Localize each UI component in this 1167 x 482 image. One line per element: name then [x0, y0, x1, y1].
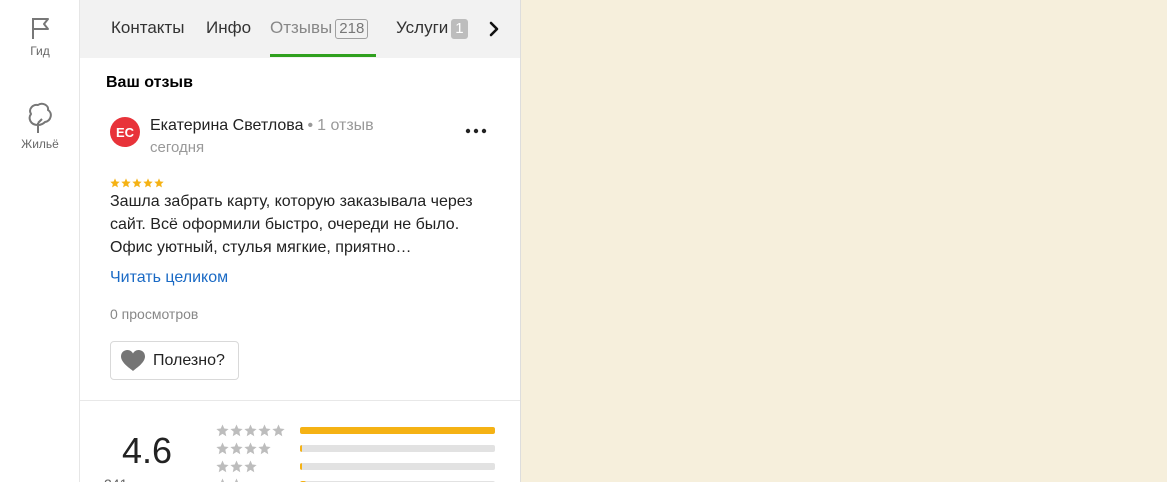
tabs-bar: Контакты Инфо Отзывы 218 Услуги 1	[80, 0, 520, 58]
nav-item-label: Жильё	[21, 137, 59, 151]
star-icon	[121, 178, 131, 188]
distribution-bar	[300, 463, 495, 470]
divider	[80, 400, 520, 401]
distribution-bar	[300, 427, 495, 434]
flag-icon	[32, 18, 49, 39]
read-full-link[interactable]: Читать целиком	[110, 269, 228, 287]
useful-label: Полезно?	[153, 351, 225, 369]
distribution-bar	[300, 445, 495, 452]
views-count: 0 просмотров	[110, 306, 199, 322]
distribution-bar-fill	[300, 427, 495, 434]
tab-reviews[interactable]: Отзывы 218	[270, 18, 369, 39]
star-icon	[258, 424, 271, 437]
author-review-count: 1 отзыв	[317, 117, 374, 134]
star-icon	[244, 424, 257, 437]
organization-panel: Контакты Инфо Отзывы 218 Услуги 1 Ваш отзы…	[80, 0, 521, 482]
distribution-bar-fill	[300, 463, 303, 470]
tab-label: Контакты	[111, 18, 185, 37]
distribution-row-stars	[216, 460, 258, 473]
tab-services[interactable]: Услуги 1	[396, 18, 468, 39]
distribution-row-stars	[216, 442, 272, 455]
star-icon	[258, 442, 271, 455]
star-icon	[230, 424, 243, 437]
nav-item-label: Гид	[30, 44, 50, 58]
star-icon	[143, 178, 153, 188]
separator-dot: •	[307, 117, 314, 134]
tree-icon	[28, 102, 52, 133]
more-options-icon[interactable]	[464, 126, 488, 136]
heart-icon	[121, 350, 145, 371]
star-icon	[216, 460, 229, 473]
section-title: Ваш отзыв	[106, 74, 193, 91]
nav-item-guide[interactable]: Гид	[0, 14, 80, 58]
distribution-row-stars	[216, 478, 244, 482]
tab-label: Инфо	[206, 18, 252, 37]
star-icon	[220, 478, 225, 482]
tab-count-badge: 1	[451, 19, 468, 39]
distribution-row-stars	[216, 424, 286, 437]
author-name[interactable]: Екатерина Светлова	[150, 117, 303, 134]
chevron-right-icon[interactable]	[484, 18, 504, 40]
avatar-initials: ЕС	[115, 124, 135, 140]
nav-item-housing[interactable]: Жильё	[0, 101, 80, 151]
star-icon	[272, 424, 285, 437]
review-date: сегодня	[150, 139, 205, 156]
star-icon	[110, 178, 120, 188]
star-icon	[244, 442, 257, 455]
review-rating-stars	[110, 175, 165, 188]
tab-info[interactable]: Инфо	[206, 18, 251, 38]
star-icon	[154, 178, 164, 188]
ratings-count: 241	[104, 476, 127, 482]
star-icon	[216, 442, 229, 455]
active-tab-indicator	[270, 54, 376, 57]
nav-rail: Гид Жильё	[0, 0, 80, 482]
star-icon	[230, 460, 243, 473]
distribution-bar-fill	[300, 445, 303, 452]
star-icon	[216, 424, 229, 437]
useful-button[interactable]: Полезно?	[110, 341, 239, 380]
star-icon	[234, 478, 239, 482]
review-author: Екатерина Светлова • 1 отзыв	[150, 117, 374, 135]
star-icon	[132, 178, 142, 188]
map-area[interactable]	[521, 0, 1167, 482]
avatar[interactable]: ЕС	[110, 117, 140, 147]
star-icon	[230, 442, 243, 455]
tab-contacts[interactable]: Контакты	[111, 18, 184, 38]
average-rating: 4.6	[122, 430, 173, 471]
star-icon	[244, 460, 257, 473]
tab-label: Отзывы	[270, 18, 333, 37]
tab-count-badge: 218	[335, 19, 369, 39]
review-text: Зашла забрать карту, которую заказывала …	[110, 193, 473, 256]
tab-label: Услуги	[396, 18, 449, 37]
